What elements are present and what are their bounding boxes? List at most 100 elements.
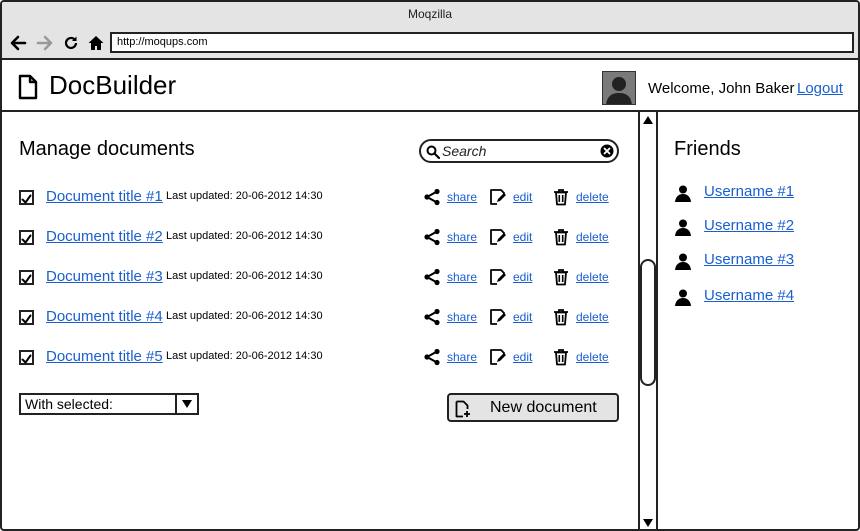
share-icon — [423, 268, 441, 286]
share-icon — [423, 228, 441, 246]
share-link[interactable]: share — [447, 270, 477, 284]
share-action[interactable]: share — [423, 186, 477, 208]
delete-action[interactable]: delete — [552, 186, 609, 208]
edit-action[interactable]: edit — [489, 346, 532, 368]
document-row: Document title #5 Last updated: 20-06-201… — [19, 346, 619, 368]
friend-username-link[interactable]: Username #3 — [704, 251, 794, 269]
document-title-link[interactable]: Document title #5 — [46, 348, 163, 366]
edit-icon — [489, 188, 507, 206]
search-input[interactable] — [442, 143, 602, 159]
friend-username-link[interactable]: Username #4 — [704, 287, 794, 305]
friend-username-link[interactable]: Username #1 — [704, 183, 794, 201]
document-row: Document title #2 Last updated: 20-06-201… — [19, 226, 619, 248]
edit-link[interactable]: edit — [513, 230, 532, 244]
manage-documents-panel: Manage documents Document title #1Last u… — [2, 112, 638, 529]
share-action[interactable]: share — [423, 266, 477, 288]
document-checkbox[interactable] — [19, 310, 34, 325]
document-checkbox[interactable] — [19, 350, 34, 365]
scroll-down-arrow-icon[interactable] — [642, 517, 654, 529]
friend-username-link[interactable]: Username #2 — [704, 217, 794, 235]
share-action[interactable]: share — [423, 306, 477, 328]
edit-icon — [489, 268, 507, 286]
new-document-icon — [455, 400, 470, 418]
friends-title: Friends — [674, 138, 741, 160]
friend-item: Username #3 — [674, 250, 854, 272]
friend-item: Username #2 — [674, 216, 854, 238]
delete-link[interactable]: delete — [576, 310, 609, 324]
share-link[interactable]: share — [447, 190, 477, 204]
edit-link[interactable]: edit — [513, 350, 532, 364]
search-box[interactable] — [419, 139, 619, 163]
reload-icon[interactable] — [60, 32, 82, 54]
with-selected-label: With selected: — [25, 396, 113, 412]
share-link[interactable]: share — [447, 350, 477, 364]
edit-action[interactable]: edit — [489, 306, 532, 328]
app-title: DocBuilder — [49, 70, 177, 100]
delete-action[interactable]: delete — [552, 346, 609, 368]
edit-action[interactable]: edit — [489, 266, 532, 288]
document-last-updated: Last updated: 20-06-2012 14:30 — [166, 350, 323, 362]
with-selected-dropdown[interactable]: With selected: — [19, 393, 199, 415]
delete-action[interactable]: delete — [552, 306, 609, 328]
url-input[interactable]: http://moqups.com — [110, 32, 854, 53]
clear-search-icon[interactable] — [600, 144, 614, 158]
document-last-updated: Last updated: 20-06-2012 14:30 — [166, 270, 323, 282]
share-link[interactable]: share — [447, 310, 477, 324]
window-title: Moqzilla — [2, 2, 858, 28]
delete-link[interactable]: delete — [576, 270, 609, 284]
edit-action[interactable]: edit — [489, 226, 532, 248]
share-icon — [423, 308, 441, 326]
back-arrow-icon[interactable] — [7, 32, 29, 54]
document-checkbox[interactable] — [19, 190, 34, 205]
trash-icon — [552, 228, 570, 246]
delete-action[interactable]: delete — [552, 266, 609, 288]
trash-icon — [552, 268, 570, 286]
edit-link[interactable]: edit — [513, 270, 532, 284]
edit-link[interactable]: edit — [513, 190, 532, 204]
trash-icon — [552, 188, 570, 206]
edit-icon — [489, 308, 507, 326]
document-checkbox[interactable] — [19, 230, 34, 245]
edit-icon — [489, 228, 507, 246]
trash-icon — [552, 348, 570, 366]
document-row: Document title #3 Last updated: 20-06-201… — [19, 266, 619, 288]
delete-link[interactable]: delete — [576, 350, 609, 364]
document-last-updated: Last updated: 20-06-2012 14:30 — [166, 230, 323, 242]
edit-icon — [489, 348, 507, 366]
share-icon — [423, 348, 441, 366]
logout-link[interactable]: Logout — [797, 80, 843, 98]
share-icon — [423, 188, 441, 206]
document-row: Document title #1 Last updated: 20-06-201… — [19, 186, 619, 208]
scroll-thumb[interactable] — [640, 259, 656, 386]
trash-icon — [552, 308, 570, 326]
new-document-button[interactable]: New document — [447, 393, 619, 422]
share-action[interactable]: share — [423, 346, 477, 368]
forward-arrow-icon[interactable] — [34, 32, 56, 54]
delete-action[interactable]: delete — [552, 226, 609, 248]
document-checkbox[interactable] — [19, 270, 34, 285]
dropdown-arrow-icon[interactable] — [175, 395, 197, 413]
document-title-link[interactable]: Document title #2 — [46, 228, 163, 246]
edit-action[interactable]: edit — [489, 186, 532, 208]
scroll-up-arrow-icon[interactable] — [642, 114, 654, 126]
delete-link[interactable]: delete — [576, 230, 609, 244]
vertical-scrollbar[interactable] — [638, 112, 658, 529]
document-title-link[interactable]: Document title #4 — [46, 308, 163, 326]
new-document-label: New document — [490, 399, 597, 416]
document-title-link[interactable]: Document title #1 — [46, 188, 163, 206]
home-icon[interactable] — [85, 32, 107, 54]
section-title: Manage documents — [19, 138, 195, 160]
share-action[interactable]: share — [423, 226, 477, 248]
friends-panel: Friends Username #1 Username #2 Username #… — [658, 112, 858, 529]
app-header: DocBuilder Welcome, John Baker Logout — [2, 60, 858, 112]
document-last-updated: Last updated: 20-06-2012 14:30 — [166, 190, 323, 202]
friend-item: Username #4 — [674, 286, 854, 308]
search-icon — [426, 145, 440, 159]
document-logo-icon — [18, 74, 38, 100]
share-link[interactable]: share — [447, 230, 477, 244]
user-silhouette-icon — [603, 72, 635, 104]
delete-link[interactable]: delete — [576, 190, 609, 204]
document-title-link[interactable]: Document title #3 — [46, 268, 163, 286]
document-last-updated: Last updated: 20-06-2012 14:30 — [166, 310, 323, 322]
edit-link[interactable]: edit — [513, 310, 532, 324]
